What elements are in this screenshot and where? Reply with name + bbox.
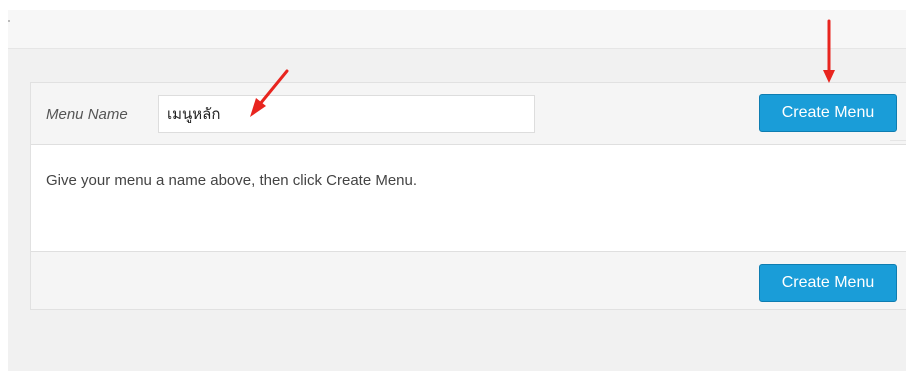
panel-divider	[890, 140, 906, 141]
top-bar	[8, 10, 906, 49]
create-menu-button-bottom[interactable]: Create Menu	[759, 264, 897, 302]
menu-name-label: Menu Name	[46, 106, 128, 123]
menu-name-input[interactable]	[158, 95, 535, 133]
menu-body: Give your menu a name above, then click …	[31, 145, 906, 251]
create-menu-button-top[interactable]: Create Menu	[759, 94, 897, 132]
menu-header: Menu Name Create Menu	[31, 83, 906, 145]
menu-edit-panel: Menu Name Create Menu Give your menu a n…	[30, 82, 906, 310]
menu-footer: Create Menu	[31, 251, 906, 309]
menu-instructions: Give your menu a name above, then click …	[46, 172, 418, 189]
top-bar-marker	[8, 20, 10, 22]
